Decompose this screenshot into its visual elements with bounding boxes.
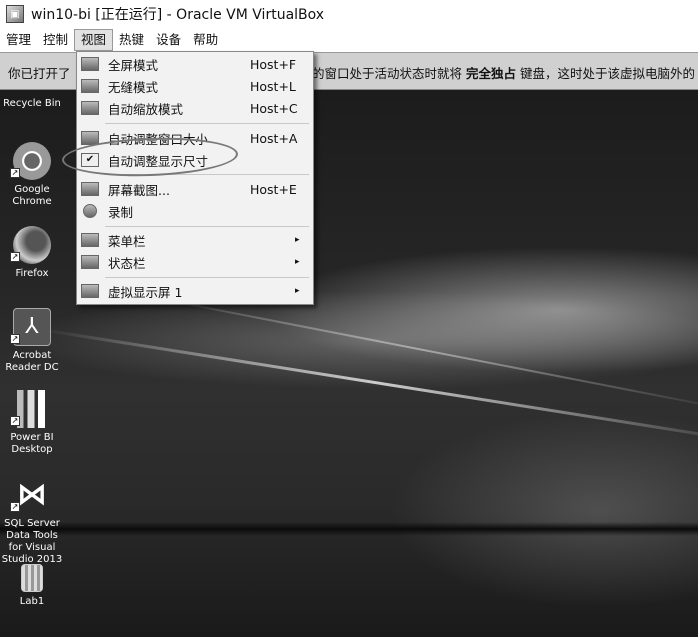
desktop-icon-lab1[interactable]: Lab1	[0, 564, 64, 608]
window-title: win10-bi [正在运行] - Oracle VM VirtualBox	[31, 7, 325, 23]
menu-item-menubar[interactable]: 菜单栏 ▸	[77, 229, 313, 251]
menu-devices[interactable]: 设备	[150, 29, 187, 51]
menu-item-shortcut: Host+C	[250, 100, 298, 116]
desktop-icon-recycle-bin[interactable]: Recycle Bin	[0, 98, 64, 110]
desktop-icon-label: Acrobat Reader DC	[5, 350, 59, 373]
title-bar: ▣ win10-bi [正在运行] - Oracle VM VirtualBox	[0, 0, 698, 28]
menu-item-shortcut: Host+F	[250, 56, 297, 72]
desktop-icon-acrobat[interactable]: ⅄ ↗ Acrobat Reader DC	[0, 308, 64, 374]
menu-item-fullscreen[interactable]: 全屏模式 Host+F	[77, 53, 313, 75]
submenu-arrow-icon: ▸	[295, 257, 300, 267]
fullscreen-icon	[81, 57, 99, 71]
archive-icon	[21, 564, 43, 592]
menu-item-label: 虚拟显示屏 1	[108, 284, 183, 300]
menu-separator	[105, 123, 309, 124]
submenu-arrow-icon: ▸	[295, 235, 300, 245]
menu-item-shortcut: Host+L	[250, 78, 296, 94]
desktop-icon-label: Firefox	[15, 268, 49, 279]
notification-bold: 完全独占	[466, 66, 517, 81]
menu-item-seamless[interactable]: 无缝模式 Host+L	[77, 75, 313, 97]
menu-item-screenshot[interactable]: 屏幕截图... Host+E	[77, 178, 313, 200]
view-menu-dropdown: 全屏模式 Host+F 无缝模式 Host+L 自动缩放模式 Host+C 自动…	[76, 51, 314, 305]
notification-text-left: 你已打开了	[8, 66, 71, 81]
shortcut-arrow-icon: ↗	[10, 502, 20, 512]
menu-item-label: 录制	[108, 204, 134, 220]
menu-item-scale-mode[interactable]: 自动缩放模式 Host+C	[77, 97, 313, 119]
wallpaper-dark-band	[0, 522, 698, 536]
menu-item-statusbar[interactable]: 状态栏 ▸	[77, 251, 313, 273]
menubar-icon	[81, 233, 99, 247]
menu-item-shortcut: Host+A	[250, 130, 298, 146]
submenu-arrow-icon: ▸	[295, 286, 300, 296]
desktop-icon-chrome[interactable]: ↗ Google Chrome	[0, 142, 64, 208]
notification-text-right: 的窗口处于活动状态时就将 完全独占 键盘，这时处于该虚拟电脑外的	[312, 63, 695, 82]
menu-item-label: 屏幕截图...	[108, 182, 170, 198]
menu-item-virtual-screen[interactable]: 虚拟显示屏 1 ▸	[77, 280, 313, 302]
menu-item-shortcut: Host+E	[250, 181, 297, 197]
desktop-icon-powerbi[interactable]: ↗ Power BI Desktop	[0, 390, 64, 456]
screenshot-icon	[81, 182, 99, 196]
menu-item-label: 自动缩放模式	[108, 101, 184, 117]
menu-item-record[interactable]: 录制	[77, 200, 313, 222]
seamless-icon	[81, 79, 99, 93]
desktop-icon-label: Lab1	[19, 596, 45, 607]
desktop-icon-visual-studio[interactable]: ⋈ ↗ SQL Server Data Tools for Visual Stu…	[0, 476, 64, 566]
statusbar-icon	[81, 255, 99, 269]
notification-text-a: 的窗口处于活动状态时就将	[312, 66, 463, 81]
menu-item-label: 菜单栏	[108, 233, 146, 249]
shortcut-arrow-icon: ↗	[10, 334, 20, 344]
menu-hotkeys[interactable]: 热键	[113, 29, 150, 51]
shortcut-arrow-icon: ↗	[10, 252, 20, 262]
menu-separator	[105, 226, 309, 227]
virtual-screen-icon	[81, 284, 99, 298]
desktop-icon-label: SQL Server Data Tools for Visual Studio …	[1, 518, 63, 565]
record-icon	[83, 204, 97, 218]
menu-item-label: 状态栏	[108, 255, 146, 271]
menu-bar: 管理 控制 视图 热键 设备 帮助	[0, 28, 698, 52]
menu-manage[interactable]: 管理	[0, 29, 37, 51]
scale-icon	[81, 101, 99, 115]
desktop-icon-label: Recycle Bin	[3, 98, 61, 109]
menu-separator	[105, 277, 309, 278]
desktop-icon-label: Power BI Desktop	[10, 432, 54, 455]
shortcut-arrow-icon: ↗	[10, 416, 20, 426]
menu-item-label: 无缝模式	[108, 79, 159, 95]
virtualbox-icon: ▣	[6, 5, 24, 23]
menu-help[interactable]: 帮助	[187, 29, 224, 51]
menu-view[interactable]: 视图	[74, 29, 114, 51]
notification-text-b: 键盘，这时处于该虚拟电脑外的	[520, 66, 696, 81]
menu-item-label: 全屏模式	[108, 57, 159, 73]
desktop-icon-firefox[interactable]: ↗ Firefox	[0, 226, 64, 280]
desktop-icon-label: Google Chrome	[12, 184, 52, 207]
shortcut-arrow-icon: ↗	[10, 168, 20, 178]
menu-control[interactable]: 控制	[37, 29, 74, 51]
